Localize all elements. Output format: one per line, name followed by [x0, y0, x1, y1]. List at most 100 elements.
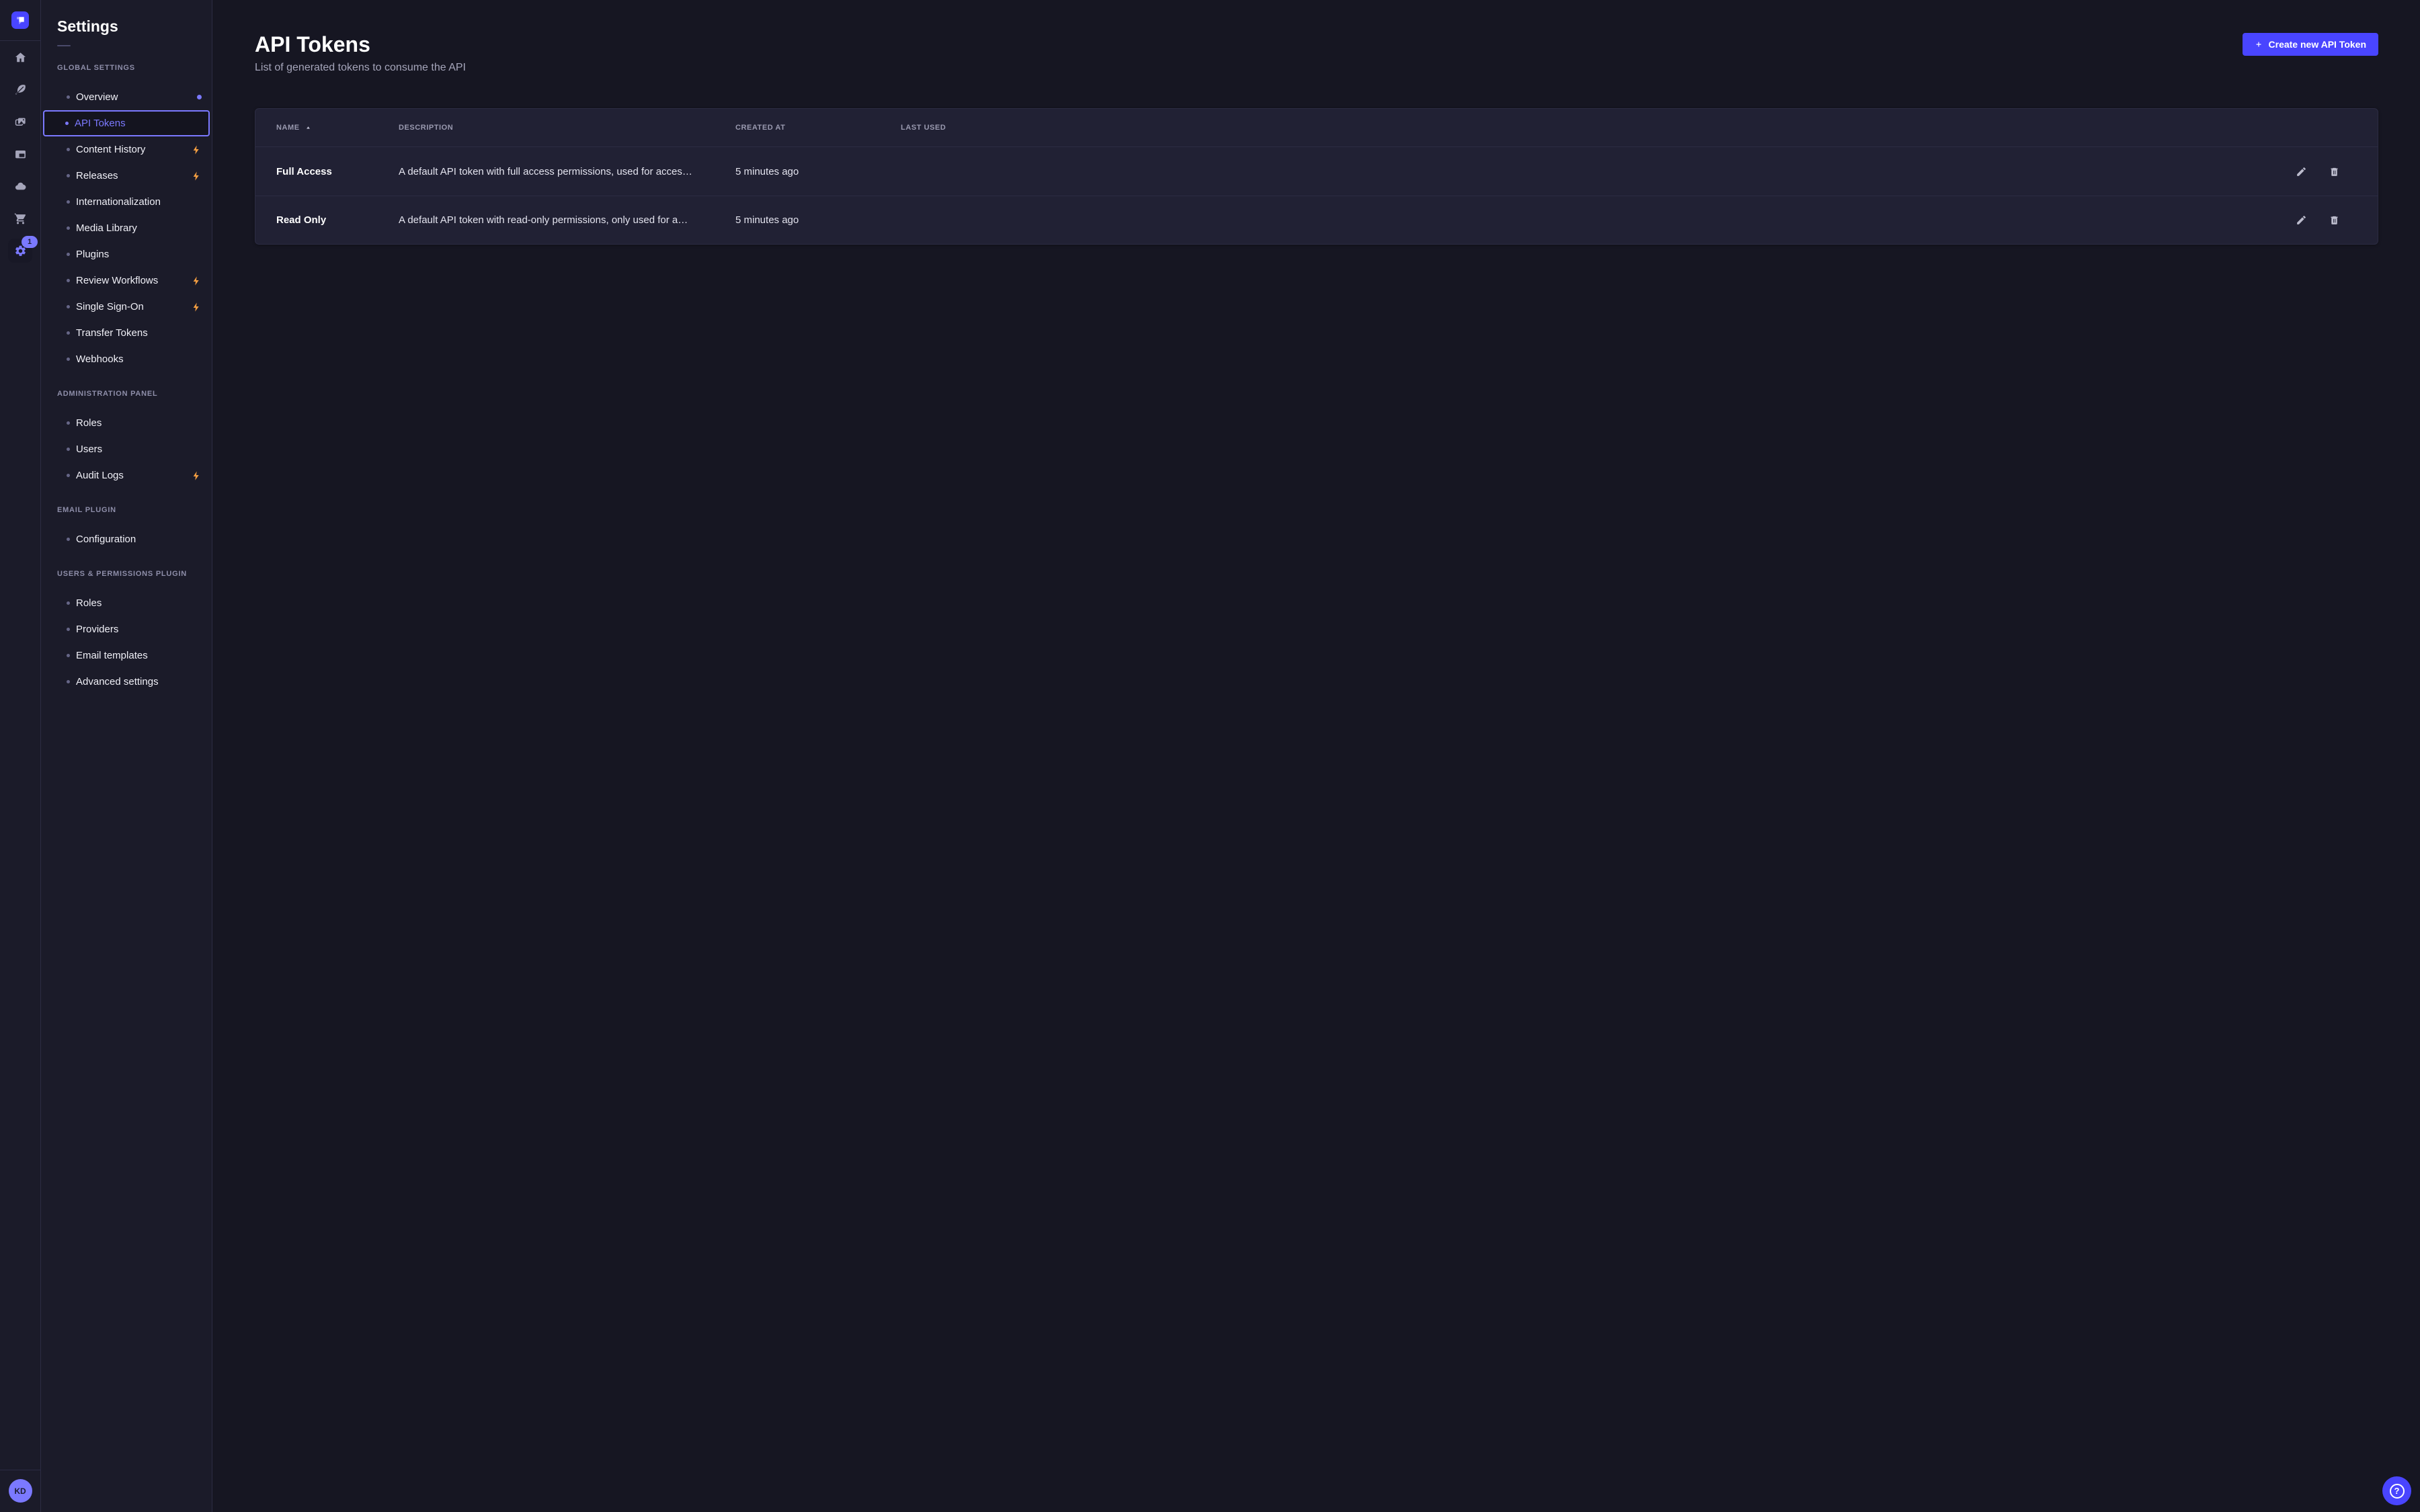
bullet-icon — [67, 421, 70, 425]
edit-token-button[interactable] — [2291, 161, 2311, 181]
media-library-icon — [14, 116, 27, 128]
strapi-logo-icon — [12, 12, 29, 29]
bullet-icon — [67, 148, 70, 151]
lightning-bolt-icon — [191, 144, 202, 155]
marketplace-cart-icon — [14, 212, 27, 225]
subnav-item-webhooks[interactable]: Webhooks — [43, 346, 210, 372]
section-label-users-permissions-plugin: USERS & PERMISSIONS PLUGIN — [57, 569, 196, 579]
subnav-item-internationalization[interactable]: Internationalization — [43, 189, 210, 215]
subnav-item-up-advanced-settings[interactable]: Advanced settings — [43, 669, 210, 695]
main-nav-rail: 1 KD — [0, 0, 41, 1512]
api-tokens-table: NAME DESCRIPTION CREATED AT LAST USED Fu… — [255, 108, 2378, 245]
trash-icon — [2329, 166, 2340, 177]
section-label-email-plugin: EMAIL PLUGIN — [57, 505, 196, 515]
table-header-created-at: CREATED AT — [735, 124, 901, 132]
cloud-icon — [14, 180, 27, 193]
nav-content-manager[interactable] — [0, 73, 40, 106]
bullet-icon — [67, 601, 70, 605]
sort-ascending-icon — [305, 125, 311, 131]
subnav-item-overview[interactable]: Overview — [43, 84, 210, 110]
subnav-item-admin-users[interactable]: Users — [43, 436, 210, 462]
page-subtitle: List of generated tokens to consume the … — [255, 60, 466, 75]
lightning-bolt-icon — [191, 470, 202, 481]
lightning-bolt-icon — [191, 302, 202, 312]
plus-icon — [2255, 40, 2263, 48]
page-header: API Tokens List of generated tokens to c… — [212, 0, 2420, 75]
feather-icon — [14, 83, 27, 96]
subnav-item-single-sign-on[interactable]: Single Sign-On — [43, 294, 210, 320]
bullet-icon — [67, 538, 70, 541]
strapi-logo — [11, 11, 29, 29]
content-type-builder-icon — [14, 148, 27, 161]
page-title: API Tokens — [255, 31, 466, 58]
subnav-item-media-library[interactable]: Media Library — [43, 215, 210, 241]
subnav-item-plugins[interactable]: Plugins — [43, 241, 210, 267]
subnav-item-up-providers[interactable]: Providers — [43, 616, 210, 642]
table-row[interactable]: Full Access A default API token with ful… — [255, 147, 2378, 196]
home-icon — [14, 51, 27, 64]
nav-marketplace[interactable] — [0, 202, 40, 235]
nav-home[interactable] — [0, 41, 40, 73]
lightning-bolt-icon — [191, 171, 202, 181]
page-header-text: API Tokens List of generated tokens to c… — [255, 31, 466, 75]
bullet-icon — [67, 200, 70, 204]
subnav-item-up-email-templates[interactable]: Email templates — [43, 642, 210, 669]
row-actions — [1008, 210, 2378, 230]
token-name: Read Only — [276, 214, 399, 226]
create-api-token-button[interactable]: Create new API Token — [2243, 33, 2378, 56]
token-created-at: 5 minutes ago — [735, 166, 901, 177]
token-name: Full Access — [276, 166, 399, 177]
subnav-item-releases[interactable]: Releases — [43, 163, 210, 189]
token-description: A default API token with full access per… — [399, 166, 735, 177]
bullet-icon — [67, 253, 70, 256]
edit-token-button[interactable] — [2291, 210, 2311, 230]
table-header-row: NAME DESCRIPTION CREATED AT LAST USED — [255, 109, 2378, 147]
notification-dot-icon — [197, 95, 202, 99]
table-row[interactable]: Read Only A default API token with read-… — [255, 196, 2378, 244]
subnav-item-audit-logs[interactable]: Audit Logs — [43, 462, 210, 489]
bullet-icon — [67, 474, 70, 477]
bullet-icon — [67, 305, 70, 308]
table-header-description: DESCRIPTION — [399, 124, 735, 132]
nav-media-library[interactable] — [0, 106, 40, 138]
bullet-icon — [67, 226, 70, 230]
pencil-icon — [2296, 166, 2307, 177]
bullet-icon — [67, 279, 70, 282]
subnav-title: Settings — [57, 16, 212, 36]
bullet-icon — [67, 680, 70, 683]
subnav-item-up-roles[interactable]: Roles — [43, 590, 210, 616]
settings-subnav: Settings GLOBAL SETTINGS Overview API To… — [41, 0, 212, 1512]
rail-bottom: KD — [0, 1470, 40, 1512]
help-button[interactable]: ? — [2382, 1476, 2411, 1505]
strapi-logo-button[interactable] — [0, 0, 40, 29]
nav-content-type-builder[interactable] — [0, 138, 40, 170]
question-mark-icon: ? — [2390, 1484, 2405, 1499]
section-label-global-settings: GLOBAL SETTINGS — [57, 63, 196, 73]
bullet-icon — [67, 331, 70, 335]
subnav-item-transfer-tokens[interactable]: Transfer Tokens — [43, 320, 210, 346]
bullet-icon — [67, 448, 70, 451]
subnav-divider — [57, 45, 71, 46]
subnav-item-email-configuration[interactable]: Configuration — [43, 526, 210, 552]
main-content: API Tokens List of generated tokens to c… — [212, 0, 2420, 1512]
bullet-icon — [67, 358, 70, 361]
delete-token-button[interactable] — [2324, 210, 2344, 230]
token-description: A default API token with read-only permi… — [399, 214, 735, 226]
pencil-icon — [2296, 214, 2307, 226]
bullet-icon — [67, 654, 70, 657]
create-api-token-button-label: Create new API Token — [2269, 39, 2366, 50]
section-label-administration-panel: ADMINISTRATION PANEL — [57, 389, 196, 398]
subnav-item-api-tokens[interactable]: API Tokens — [43, 110, 210, 136]
nav-settings[interactable]: 1 — [0, 235, 40, 267]
subnav-item-admin-roles[interactable]: Roles — [43, 410, 210, 436]
user-avatar[interactable]: KD — [9, 1479, 32, 1503]
nav-cloud[interactable] — [0, 170, 40, 202]
settings-notification-badge: 1 — [22, 236, 38, 248]
delete-token-button[interactable] — [2324, 161, 2344, 181]
table-header-name[interactable]: NAME — [276, 124, 399, 132]
bullet-icon — [67, 628, 70, 631]
lightning-bolt-icon — [191, 276, 202, 286]
subnav-item-review-workflows[interactable]: Review Workflows — [43, 267, 210, 294]
subnav-item-content-history[interactable]: Content History — [43, 136, 210, 163]
bullet-icon — [67, 174, 70, 177]
